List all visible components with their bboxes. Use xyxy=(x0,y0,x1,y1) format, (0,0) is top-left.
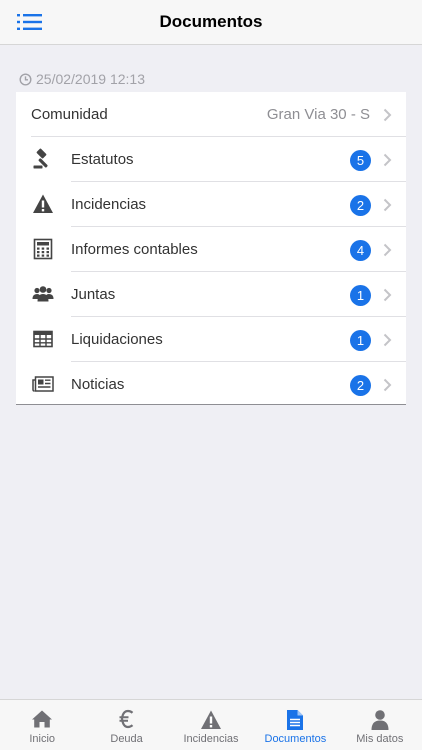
chevron-right-icon xyxy=(383,243,392,257)
users-icon xyxy=(32,286,54,302)
document-label: Estatutos xyxy=(71,151,134,168)
tab-documentos[interactable]: Documentos xyxy=(253,700,337,750)
table-icon xyxy=(33,330,53,348)
gavel-icon xyxy=(33,148,48,169)
tab-mis-datos[interactable]: Mis datos xyxy=(338,700,422,750)
tab-label: Incidencias xyxy=(183,733,239,745)
home-icon xyxy=(32,710,53,728)
tab-deuda[interactable]: Deuda xyxy=(84,700,168,750)
count-badge: 5 xyxy=(350,150,371,171)
document-label: Informes contables xyxy=(71,241,198,258)
count-badge: 2 xyxy=(350,375,371,396)
count-badge: 1 xyxy=(350,330,371,351)
count-badge: 2 xyxy=(350,195,371,216)
chevron-right-icon xyxy=(383,108,392,122)
document-row-liquidaciones[interactable]: Liquidaciones 1 xyxy=(16,317,406,362)
documents-list: Comunidad Gran Via 30 - S Estatutos 5 In… xyxy=(16,92,406,405)
tab-label: Mis datos xyxy=(356,733,404,745)
tab-label: Deuda xyxy=(110,733,143,745)
document-row-incidencias[interactable]: Incidencias 2 xyxy=(16,182,406,227)
community-value: Gran Via 30 - S xyxy=(266,106,370,123)
document-label: Juntas xyxy=(71,286,116,303)
community-label: Comunidad xyxy=(31,106,108,123)
timestamp-text: 25/02/2019 12:13 xyxy=(36,71,145,87)
document-label: Noticias xyxy=(71,376,125,393)
document-icon xyxy=(287,710,304,730)
tab-inicio[interactable]: Inicio xyxy=(0,700,84,750)
warning-icon xyxy=(200,710,221,729)
newspaper-icon xyxy=(32,376,54,392)
clock-icon xyxy=(19,72,32,86)
document-row-informes-contables[interactable]: Informes contables 4 xyxy=(16,227,406,272)
page-title: Documentos xyxy=(159,12,263,31)
document-label: Liquidaciones xyxy=(71,331,163,348)
document-label: Incidencias xyxy=(71,196,147,213)
document-row-juntas[interactable]: Juntas 1 xyxy=(16,272,406,317)
tab-label: Inicio xyxy=(29,733,56,745)
euro-icon xyxy=(119,709,133,729)
chevron-right-icon xyxy=(383,288,392,302)
warning-icon xyxy=(33,194,53,213)
calculator-icon xyxy=(33,238,53,260)
last-updated: 25/02/2019 12:13 xyxy=(19,71,145,87)
navbar: Documentos xyxy=(0,0,422,45)
count-badge: 4 xyxy=(350,240,371,261)
document-row-estatutos[interactable]: Estatutos 5 xyxy=(16,137,406,182)
community-row[interactable]: Comunidad Gran Via 30 - S xyxy=(16,92,406,137)
tab-incidencias[interactable]: Incidencias xyxy=(169,700,253,750)
chevron-right-icon xyxy=(383,153,392,167)
document-row-noticias[interactable]: Noticias 2 xyxy=(16,362,406,407)
user-icon xyxy=(371,710,389,730)
chevron-right-icon xyxy=(383,333,392,347)
chevron-right-icon xyxy=(383,198,392,212)
tab-label: Documentos xyxy=(264,733,327,745)
tab-bar: Inicio Deuda Incidencias Documentos Mis … xyxy=(0,699,422,750)
count-badge: 1 xyxy=(350,285,371,306)
chevron-right-icon xyxy=(383,378,392,392)
